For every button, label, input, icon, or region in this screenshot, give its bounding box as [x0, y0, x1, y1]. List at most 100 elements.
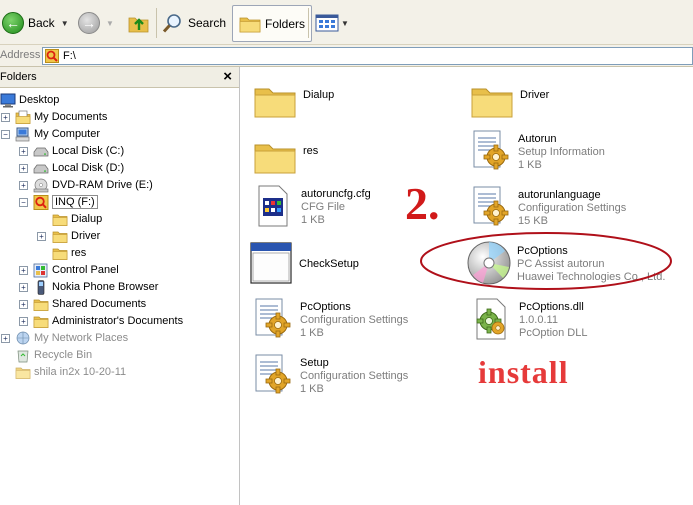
up-folder-button[interactable]: [128, 6, 150, 40]
tree-item-my-computer[interactable]: My Computer: [15, 126, 100, 142]
file-type: CFG File: [301, 201, 345, 213]
expand-plus-icon[interactable]: +: [1, 334, 10, 343]
tree-item-dialup[interactable]: Dialup: [52, 211, 102, 227]
tree-item-local-disk-d[interactable]: Local Disk (D:): [33, 160, 124, 176]
tree-label: Desktop: [19, 94, 60, 106]
tree-label: Administrator's Documents: [52, 315, 184, 327]
expand-plus-icon[interactable]: +: [37, 232, 46, 241]
forward-dropdown-icon[interactable]: ▼: [106, 19, 114, 28]
search-label: Search: [188, 16, 227, 30]
file-item-autorunlanguage[interactable]: autorunlanguage Configuration Settings 1…: [466, 183, 626, 231]
tree-item-recycle-bin[interactable]: Recycle Bin: [15, 347, 92, 363]
phone-icon: [37, 279, 45, 295]
file-item-autoruncfg[interactable]: autoruncfg.cfg CFG File 1 KB: [249, 182, 371, 230]
cfg-file-icon: [249, 182, 297, 230]
folders-label: Folders: [265, 16, 306, 31]
tree-item-control-panel[interactable]: Control Panel: [33, 262, 119, 278]
tree-item-my-network-places[interactable]: My Network Places: [15, 330, 128, 346]
file-name: res: [303, 145, 319, 157]
tree-label: Nokia Phone Browser: [52, 281, 159, 293]
folder-icon: [52, 246, 68, 261]
tree-label: Control Panel: [52, 264, 119, 276]
folder-icon: [52, 212, 68, 227]
back-dropdown-icon[interactable]: ▼: [61, 19, 69, 28]
views-button[interactable]: ▼: [315, 6, 349, 40]
file-item-driver[interactable]: Driver: [468, 77, 549, 125]
file-item-res[interactable]: res: [251, 133, 318, 181]
up-folder-icon: [128, 17, 149, 33]
tree-item-dvd-ram-drive[interactable]: DVD-RAM Drive (E:): [33, 177, 153, 193]
back-arrow-icon: ←: [2, 12, 24, 34]
tree-item-shila-folder[interactable]: shila in2x 10-20-11: [15, 364, 126, 380]
install-annotation: install: [478, 354, 569, 390]
inq-drive-icon: [45, 49, 59, 63]
file-item-pcoptions-dll[interactable]: PcOptions.dll 1.0.0.11 PcOption DLL: [467, 295, 587, 343]
folder-icon: [15, 365, 31, 380]
tree-item-administrators-documents[interactable]: Administrator's Documents: [33, 313, 183, 329]
file-item-dialup[interactable]: Dialup: [251, 77, 334, 125]
recycle-bin-icon: [17, 350, 29, 362]
close-icon[interactable]: ×: [223, 68, 232, 85]
config-file-icon: [248, 351, 296, 399]
toolbar-separator: [308, 8, 309, 38]
folder-icon: [33, 314, 49, 329]
file-list: Dialup Driver res Autorun Setup Informat…: [241, 67, 693, 505]
expand-plus-icon[interactable]: +: [19, 147, 28, 156]
address-value: F:\: [63, 50, 76, 62]
hard-drive-icon: [33, 164, 49, 173]
search-icon: [162, 14, 181, 33]
collapse-minus-icon[interactable]: −: [1, 130, 10, 139]
forward-button[interactable]: → ▼: [78, 6, 114, 40]
views-dropdown-icon[interactable]: ▼: [341, 19, 349, 28]
expand-plus-icon[interactable]: +: [19, 181, 28, 190]
folders-pane-header: Folders ×: [0, 67, 239, 88]
expand-plus-icon[interactable]: +: [19, 266, 28, 275]
tree-item-desktop[interactable]: Desktop: [0, 92, 59, 108]
file-item-checksetup[interactable]: CheckSetup: [247, 239, 359, 287]
tree-label: Local Disk (C:): [52, 145, 125, 157]
step-annotation: 2.: [405, 178, 440, 229]
forward-arrow-icon: →: [78, 12, 100, 34]
tree-item-driver[interactable]: Driver: [52, 228, 100, 244]
search-button[interactable]: Search: [162, 6, 226, 40]
tree-item-nokia-phone-browser[interactable]: Nokia Phone Browser: [33, 279, 158, 295]
tree-item-res[interactable]: res: [52, 245, 86, 261]
folders-button[interactable]: Folders: [232, 5, 313, 42]
collapse-minus-icon[interactable]: −: [19, 198, 28, 207]
back-button[interactable]: ← Back ▼: [2, 6, 69, 40]
expand-plus-icon[interactable]: +: [19, 283, 28, 292]
hard-drive-icon: [33, 147, 49, 156]
file-version: 1.0.0.11: [519, 314, 558, 326]
expand-plus-icon[interactable]: +: [19, 164, 28, 173]
views-grid-icon: [315, 14, 339, 32]
my-documents-icon: [15, 110, 31, 124]
file-item-pcoptions-config[interactable]: PcOptions Configuration Settings 1 KB: [248, 295, 408, 343]
file-item-setup[interactable]: Setup Configuration Settings 1 KB: [248, 351, 408, 399]
tree-label: INQ (F:): [52, 195, 98, 209]
expand-plus-icon[interactable]: +: [19, 317, 28, 326]
file-item-pcoptions-exe[interactable]: PcOptions PC Assist autorun Huawei Techn…: [465, 239, 665, 287]
expand-plus-icon[interactable]: +: [19, 300, 28, 309]
tree-item-shared-documents[interactable]: Shared Documents: [33, 296, 146, 312]
file-name: PcOptions.dll: [519, 301, 584, 313]
folders-icon: [239, 17, 261, 32]
config-file-icon: [248, 295, 296, 343]
file-name: Dialup: [303, 89, 335, 101]
address-label: Address: [0, 49, 41, 61]
file-item-autorun[interactable]: Autorun Setup Information 1 KB: [466, 127, 605, 175]
tree-item-my-documents[interactable]: My Documents: [15, 109, 107, 125]
tree-item-inq-drive[interactable]: INQ (F:): [33, 194, 98, 210]
address-input[interactable]: F:\: [42, 47, 693, 65]
folders-pane: Folders × Desktop + My Documents − My Co…: [0, 67, 240, 505]
desktop-icon: [0, 93, 16, 107]
application-window-icon: [247, 239, 295, 287]
folders-pane-title: Folders: [0, 71, 37, 83]
back-label: Back: [28, 16, 55, 30]
file-name: PcOptions: [300, 301, 351, 313]
folder-icon: [251, 133, 299, 181]
expand-plus-icon[interactable]: +: [1, 113, 10, 122]
tree-item-local-disk-c[interactable]: Local Disk (C:): [33, 143, 124, 159]
file-description: PcOption DLL: [519, 327, 588, 339]
file-type: Setup Information: [518, 146, 605, 158]
tree-label: Shared Documents: [52, 298, 147, 310]
